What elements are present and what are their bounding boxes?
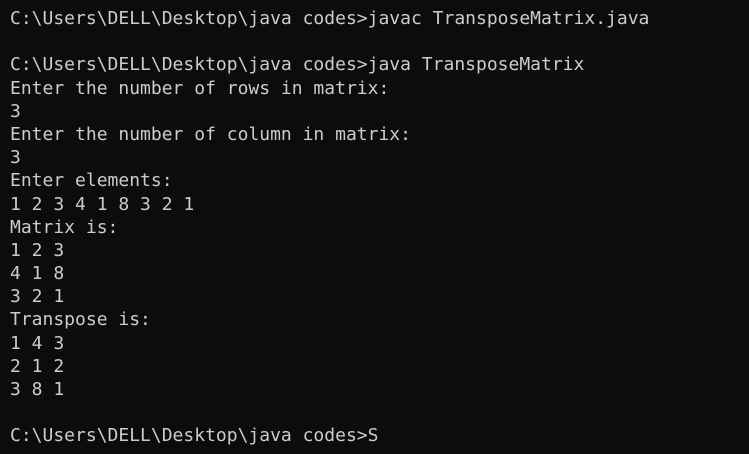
output-line-elements-value: 1 2 3 4 1 8 3 2 1 bbox=[10, 193, 195, 215]
output-line-rows-prompt: Enter the number of rows in matrix: bbox=[10, 77, 390, 99]
transpose-row: 3 8 1 bbox=[10, 379, 65, 400]
output-line-matrix-heading: Matrix is: bbox=[10, 216, 119, 238]
transpose-row: 1 4 3 bbox=[10, 332, 65, 354]
matrix-row: 1 2 3 bbox=[10, 239, 65, 261]
matrix-row: 4 1 8 bbox=[10, 263, 65, 285]
output-line-columns-value: 3 bbox=[10, 147, 21, 169]
matrix-row: 3 2 1 bbox=[10, 286, 65, 308]
typed-input[interactable]: S bbox=[368, 425, 379, 446]
command-line-run: C:\Users\DELL\Desktop\java codes>java Tr… bbox=[10, 54, 585, 76]
prompt-path: C:\Users\DELL\Desktop\java codes> bbox=[10, 425, 368, 447]
terminal-window[interactable]: C:\Users\DELL\Desktop\java codes>javac T… bbox=[0, 0, 749, 454]
output-line-transpose-heading: Transpose is: bbox=[10, 309, 151, 331]
output-line-elements-prompt: Enter elements: bbox=[10, 170, 173, 192]
command-prompt-input[interactable]: C:\Users\DELL\Desktop\java codes>S bbox=[10, 424, 749, 447]
output-line-rows-value: 3 bbox=[10, 100, 21, 122]
output-line-columns-prompt: Enter the number of column in matrix: bbox=[10, 123, 411, 145]
command-line-compile: C:\Users\DELL\Desktop\java codes>javac T… bbox=[10, 8, 650, 29]
transpose-row: 2 1 2 bbox=[10, 355, 65, 377]
